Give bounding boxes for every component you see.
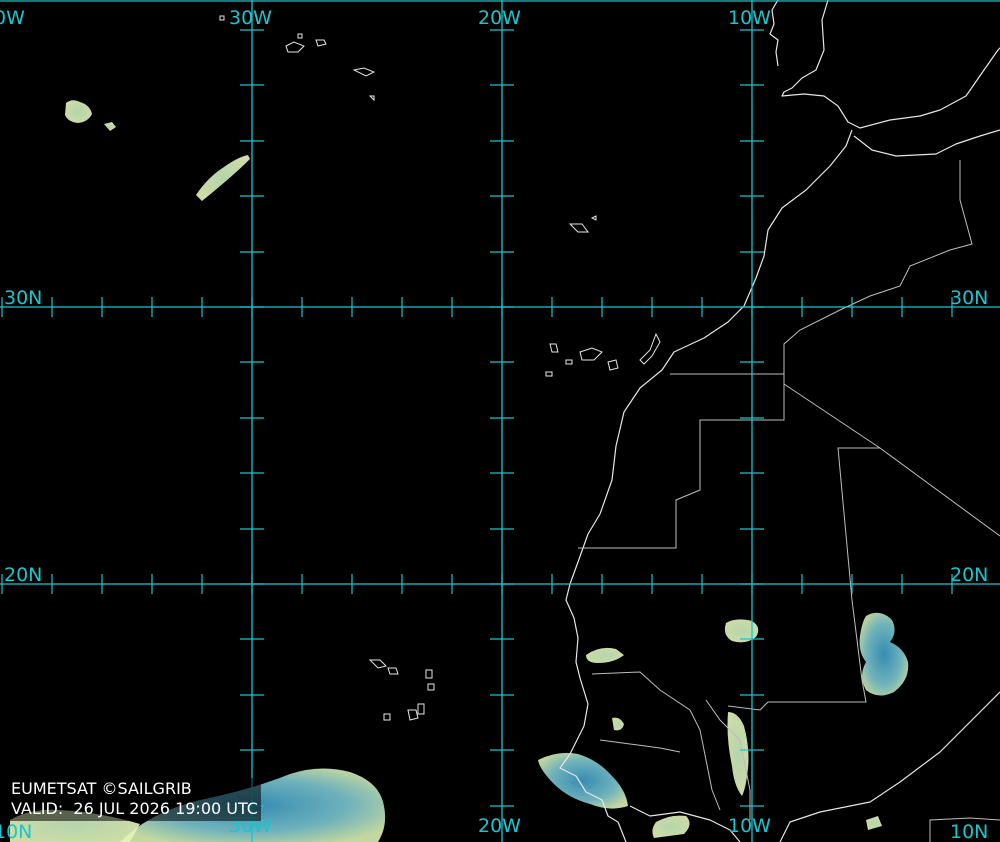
lat-label-right-30n: 30N bbox=[950, 287, 988, 309]
lat-label-bottom-left-10n: 10N bbox=[0, 821, 32, 842]
satellite-map[interactable]: 0W 30W 20W 10W 30N 30N 20N 20N 10N 30W 2… bbox=[0, 0, 1000, 842]
credit-source: EUMETSAT ©SAILGRIB bbox=[11, 779, 192, 798]
lat-label-bottom-right-10n: 10N bbox=[950, 821, 988, 842]
lon-label-top-0: 0W bbox=[0, 7, 25, 29]
lat-label-left-20n: 20N bbox=[4, 564, 42, 586]
lat-label-left-30n: 30N bbox=[4, 287, 42, 309]
lon-label-bottom-10w: 10W bbox=[728, 815, 771, 837]
lon-label-top-30w: 30W bbox=[229, 7, 272, 29]
lat-label-right-20n: 20N bbox=[950, 564, 988, 586]
credit-box: EUMETSAT ©SAILGRIB VALID: 26 JUL 2026 19… bbox=[8, 778, 261, 821]
map-background bbox=[0, 0, 1000, 842]
lon-label-bottom-20w: 20W bbox=[478, 815, 521, 837]
lon-label-top-20w: 20W bbox=[478, 7, 521, 29]
credit-valid-time: VALID: 26 JUL 2026 19:00 UTC bbox=[11, 799, 258, 818]
lon-label-top-10w: 10W bbox=[728, 7, 771, 29]
